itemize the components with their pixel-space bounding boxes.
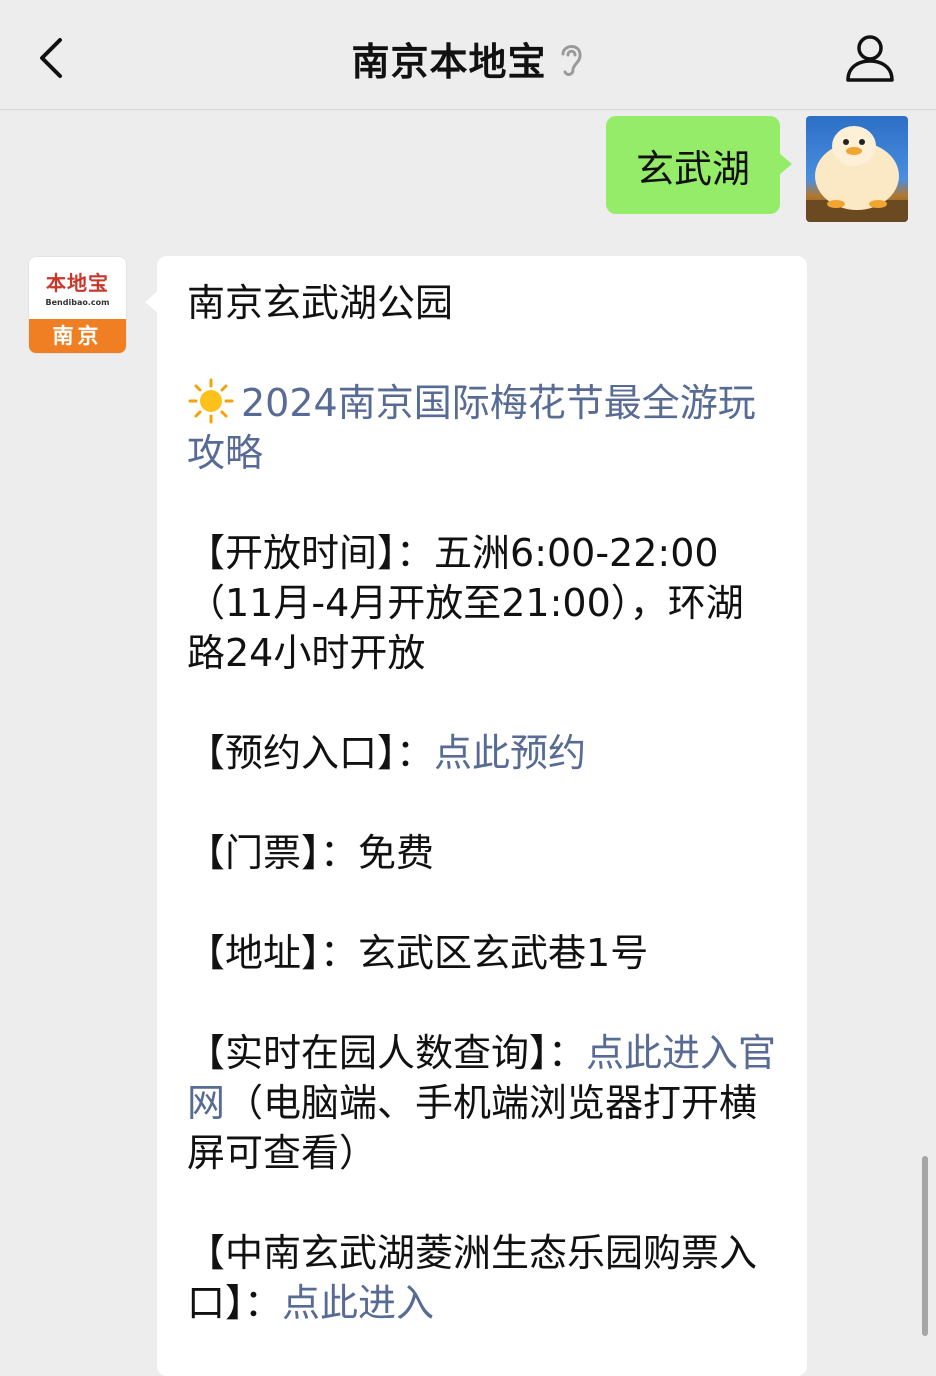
title-group: 南京本地宝 [0,30,936,86]
chat-header: 南京本地宝 [0,0,936,110]
hours-label: 【开放时间】： [187,531,435,575]
profile-button[interactable] [840,30,900,86]
address-paragraph: 【地址】：玄武区玄武巷1号 [187,928,777,978]
address-label: 【地址】： [187,931,359,975]
sun-icon [188,378,234,424]
park-ticket-paragraph: 【中南玄武湖菱洲生态乐园购票入口】：点此进入 [187,1228,777,1328]
outgoing-message: 玄武湖 [605,116,908,222]
reserve-link[interactable]: 点此预约 [434,731,586,775]
logo-text: 本地宝 [46,271,109,295]
scrollbar[interactable] [922,1156,928,1336]
park-title: 南京玄武湖公园 [187,281,454,325]
reserve-paragraph: 【预约入口】：点此预约 [187,728,777,778]
realtime-label: 【实时在园人数查询】： [187,1031,587,1075]
hours-paragraph: 【开放时间】：五洲6:00-22:00（11月-4月开放至21:00），环湖路2… [187,528,777,678]
guide-link[interactable]: 2024南京国际梅花节最全游玩攻略 [187,381,756,475]
logo-domain: Bendibao.com [45,298,110,307]
reserve-label: 【预约入口】： [187,731,435,775]
ticket-value: 免费 [358,831,435,875]
duck-avatar [806,126,908,222]
realtime-note: （电脑端、手机端浏览器打开横屏可查看） [187,1081,758,1175]
incoming-message: 本地宝 Bendibao.com 南京 南京玄武湖公园 2024南京国际梅花节最… [28,256,807,1376]
user-avatar[interactable] [806,116,908,222]
park-ticket-link[interactable]: 点此进入 [282,1281,434,1325]
guide-paragraph: 2024南京国际梅花节最全游玩攻略 [187,378,777,478]
ear-icon [561,45,582,76]
bendibao-avatar[interactable]: 本地宝 Bendibao.com 南京 [28,256,127,354]
outgoing-bubble[interactable]: 玄武湖 [605,116,793,214]
park-ticket-label: 【中南玄武湖菱洲生态乐园购票入口】： [187,1231,758,1325]
person-icon [846,35,894,82]
incoming-bubble: 南京玄武湖公园 2024南京国际梅花节最全游玩攻略 【开放时间】：五洲6:00-… [145,256,807,1376]
ticket-paragraph: 【门票】：免费 [187,828,777,878]
address-value: 玄武区玄武巷1号 [358,931,649,975]
chat-title: 南京本地宝 [351,39,547,84]
bendibao-logo: 本地宝 Bendibao.com [29,257,126,321]
logo-city: 南京 [29,319,126,353]
outgoing-text: 玄武湖 [635,146,750,191]
ticket-label: 【门票】： [187,831,359,875]
realtime-paragraph: 【实时在园人数查询】：点此进入官网（电脑端、手机端浏览器打开横屏可查看） [187,1028,777,1178]
